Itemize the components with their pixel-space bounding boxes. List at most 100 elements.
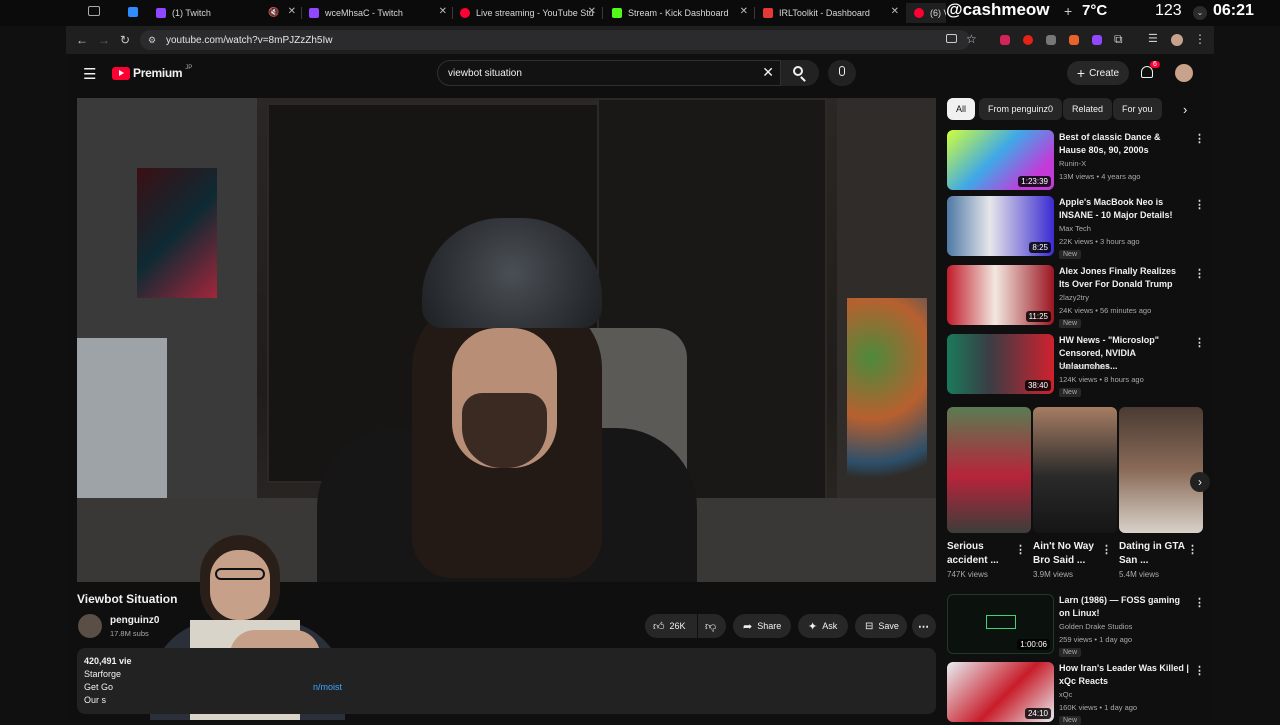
description-box[interactable]: 420,491 vie Starforge Get Go Our s n/moi… [77,648,936,714]
close-tab-icon[interactable]: ✕ [439,6,447,17]
short-views: 747K views [947,570,988,579]
create-button[interactable]: + Create [1067,61,1129,85]
extensions-puzzle-icon[interactable]: ⧉ [1114,32,1123,47]
close-tab-icon[interactable]: ✕ [588,6,596,17]
channel-name[interactable]: penguinz0 [110,615,159,626]
tab-kick[interactable]: Stream - Kick Dashboard ✕ [612,3,748,23]
short-thumbnail[interactable] [1033,407,1117,533]
more-options-icon[interactable]: ⋮ [1187,543,1198,556]
short-title[interactable]: Serious accident ... [947,540,1017,568]
close-tab-icon[interactable]: ✕ [288,6,296,17]
notifications-button[interactable]: 6 [1139,61,1160,82]
save-button[interactable]: ⊟ Save [855,614,907,638]
chips-next-icon[interactable]: › [1183,102,1187,117]
close-tab-icon[interactable]: ✕ [891,6,899,17]
tab-search-icon[interactable]: ⌄ [1193,6,1207,20]
youtube-premium-logo[interactable]: Premium JP [112,65,192,80]
reading-list-icon[interactable]: ☰ [1148,32,1158,45]
chip-from-channel[interactable]: From penguinz0 [979,98,1063,120]
cast-icon[interactable] [946,34,957,43]
description-link[interactable]: n/moist [313,682,342,692]
more-options-icon[interactable]: ⋮ [1194,198,1205,211]
video-thumbnail[interactable]: 8:25 [947,196,1054,256]
profile-avatar-icon[interactable] [1171,34,1183,46]
voice-search-button[interactable] [828,60,856,86]
search-button[interactable] [781,60,819,86]
more-actions-button[interactable]: ⋯ [912,614,936,638]
more-options-icon[interactable]: ⋮ [1194,267,1205,280]
share-button[interactable]: ➦ Share [733,614,791,638]
hamburger-menu-icon[interactable]: ☰ [83,65,96,83]
tab-youtube-studio[interactable]: Live streaming - YouTube Stu ✕ [460,3,596,23]
extension-icon-2[interactable] [1023,35,1033,45]
tab-irltoolkit[interactable]: IRLToolkit - Dashboard ✕ [763,3,899,23]
channel-name[interactable]: 2lazy2try [1059,293,1089,302]
short-thumbnail[interactable] [947,407,1031,533]
new-tab-icon[interactable]: + [1064,3,1072,19]
search-input[interactable]: viewbot situation ✕ [437,60,781,86]
video-thumbnail[interactable]: 38:40 [947,334,1054,394]
video-title[interactable]: Apple's MacBook Neo is INSANE - 10 Major… [1059,196,1189,222]
channel-name[interactable]: Gamers Nexus [1059,362,1109,371]
video-thumbnail[interactable]: 24:10 [947,662,1054,722]
channel-name[interactable]: xQc [1059,690,1072,699]
bookmark-star-icon[interactable]: ☆ [966,32,977,46]
dislike-button[interactable]: 👎︎ [698,614,726,638]
short-thumbnail[interactable] [1119,407,1203,533]
video-title[interactable]: How Iran's Leader Was Killed | xQc React… [1059,662,1189,688]
extension-icon-1[interactable] [1000,35,1010,45]
chip-all[interactable]: All [947,98,976,120]
shorts-next-button[interactable]: › [1190,472,1210,492]
video-thumbnail[interactable]: 11:25 [947,265,1054,325]
more-horizontal-icon: ⋯ [918,620,929,633]
chip-for-you[interactable]: For you [1113,98,1162,120]
channel-avatar[interactable] [78,614,102,638]
ask-button[interactable]: ✦ Ask [798,614,848,638]
more-options-icon[interactable]: ⋮ [1194,132,1205,145]
channel-name[interactable]: Max Tech [1059,224,1091,233]
tab-youtube-active[interactable]: (6) V [906,3,946,23]
extension-icon-5[interactable] [1092,35,1102,45]
notification-count-badge: 6 [1150,61,1160,68]
short-title[interactable]: Dating in GTA San ... [1119,540,1189,568]
short-title[interactable]: Ain't No Way Bro Said ... [1033,540,1103,568]
close-tab-icon[interactable]: ✕ [740,6,748,17]
chip-related[interactable]: Related [1063,98,1113,120]
stream-overlay-temperature: 7°C [1082,2,1108,19]
back-icon[interactable]: ← [76,33,88,47]
site-info-icon[interactable]: ⚙ [148,35,156,46]
more-options-icon[interactable]: ⋮ [1101,543,1112,556]
muted-icon[interactable]: 🔇 [268,7,279,18]
clear-search-icon[interactable]: ✕ [762,64,774,81]
youtube-icon [914,8,924,18]
video-title[interactable]: Alex Jones Finally Realizes Its Over For… [1059,265,1189,291]
reload-icon[interactable]: ↻ [120,33,130,47]
youtube-icon [460,8,470,18]
more-options-icon[interactable]: ⋮ [1194,336,1205,349]
like-button[interactable]: 👍︎ 26K [645,614,697,638]
video-thumbnail[interactable]: 1:23:39 [947,130,1054,190]
extension-icon-3[interactable] [1046,35,1056,45]
extension-icon-4[interactable] [1069,35,1079,45]
video-thumbnail[interactable]: 1:00:06 [947,594,1054,654]
channel-name[interactable]: Runin-X [1059,159,1086,168]
more-options-icon[interactable]: ⋮ [1015,543,1026,556]
channel-name[interactable]: Golden Drake Studios [1059,622,1132,631]
more-options-icon[interactable]: ⋮ [1194,664,1205,677]
tab-twitch-2[interactable]: wceMhsaC - Twitch ✕ [309,3,447,23]
forward-icon[interactable]: → [98,33,110,47]
video-title: Viewbot Situation [77,592,178,606]
video-player[interactable] [77,98,936,582]
more-options-icon[interactable]: ⋮ [1194,596,1205,609]
video-title[interactable]: Larn (1986) — FOSS gaming on Linux! [1059,594,1189,620]
browser-menu-icon[interactable]: ⋮ [1194,32,1206,46]
url-text[interactable]: youtube.com/watch?v=8mPJZzZh5Iw [166,35,332,46]
pinned-tab-icon[interactable] [128,7,138,17]
new-badge: New [1059,319,1082,328]
account-avatar[interactable] [1175,64,1193,82]
video-title[interactable]: Best of classic Dance & Hause 80s, 90, 2… [1059,131,1189,157]
tab-overview-icon[interactable] [88,6,100,16]
share-label: Share [757,621,782,631]
description-line-3: Our s [84,695,107,705]
tab-twitch[interactable]: (1) Twitch 🔇 ✕ [156,3,296,23]
